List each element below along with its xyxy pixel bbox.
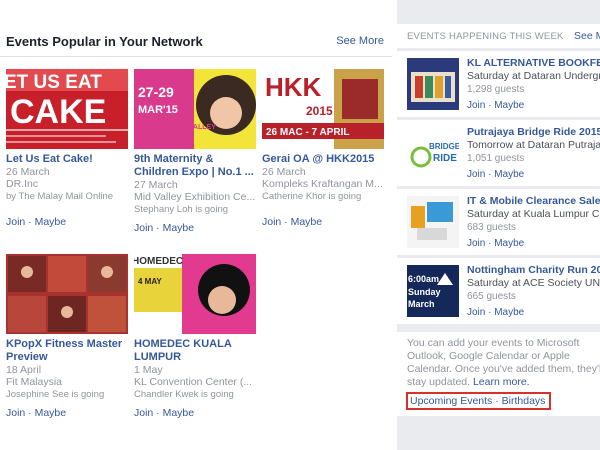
join-maybe-links[interactable]: Join · Maybe bbox=[6, 407, 128, 419]
event-title[interactable]: IT & Mobile Clearance Sale 20 bbox=[467, 195, 600, 208]
this-week-header: EVENTS HAPPENING THIS WEEK See M bbox=[397, 24, 600, 48]
join-maybe-links[interactable]: Join · Maybe bbox=[262, 216, 384, 228]
event-place: Fit Malaysia bbox=[6, 376, 63, 388]
event-image-kpopx[interactable] bbox=[6, 254, 128, 334]
upcoming-events-link[interactable]: Upcoming Events bbox=[410, 395, 492, 407]
event-title[interactable]: KL ALTERNATIVE BOOKFES bbox=[467, 57, 600, 70]
thumb-text: 6:00am bbox=[408, 274, 439, 284]
event-place: KL Convention Center (... bbox=[134, 376, 253, 388]
week-event-item[interactable]: KL ALTERNATIVE BOOKFES Saturday at Datar… bbox=[397, 51, 600, 117]
week-event-item[interactable]: IT & Mobile Clearance Sale 20 Saturday a… bbox=[397, 189, 600, 255]
event-title[interactable]: Putrajaya Bridge Ride 2015 bbox=[467, 126, 600, 139]
learn-more-link[interactable]: Learn more. bbox=[473, 376, 530, 388]
this-week-title: EVENTS HAPPENING THIS WEEK bbox=[407, 31, 564, 42]
join-maybe-links[interactable]: Join · Maybe bbox=[6, 216, 128, 228]
thumb-text: HKK bbox=[265, 72, 322, 102]
calendar-links: Upcoming Events · Birthdays bbox=[406, 392, 552, 410]
this-week-sidebar: EVENTS HAPPENING THIS WEEK See M KL ALTE… bbox=[397, 0, 600, 450]
thumb-text: 4 MAY bbox=[138, 277, 162, 286]
popular-events-header: Events Popular in Your Network See More bbox=[6, 34, 384, 54]
see-more-link[interactable]: See More bbox=[336, 35, 384, 47]
event-place: Mid Valley Exhibition Ce... bbox=[134, 191, 256, 203]
thumb-text: MID VALLEY bbox=[174, 124, 216, 131]
thumb-text: CAKE bbox=[10, 93, 106, 131]
week-event-item[interactable]: BRIDGE RIDE Putrajaya Bridge Ride 2015 T… bbox=[397, 120, 600, 186]
event-place: DR.Inc bbox=[6, 178, 39, 190]
week-event-item[interactable]: 6:00am Sunday March Nottingham Charity R… bbox=[397, 258, 600, 324]
event-title[interactable]: Gerai OA @ HKK2015 bbox=[262, 153, 384, 166]
event-going: Chandler Kwek is going bbox=[134, 389, 234, 400]
event-card[interactable]: HOMEDEC 4 MAY HOMEDEC KUALA LUMPUR 1 May… bbox=[134, 254, 256, 419]
event-when: Saturday at Kuala Lumpur Conv bbox=[467, 208, 600, 220]
event-date: 26 March bbox=[6, 166, 50, 178]
event-card[interactable]: HKK 2015 26 MAC - 7 APRIL Gerai OA @ HKK… bbox=[262, 69, 384, 228]
event-card[interactable]: 27-29 MAR'15 MID VALLEY 9th Maternity & … bbox=[134, 69, 256, 234]
event-title[interactable]: Let Us Eat Cake! bbox=[6, 153, 128, 166]
event-date: 27 March bbox=[134, 179, 178, 191]
event-image-hkk[interactable]: HKK 2015 26 MAC - 7 APRIL bbox=[262, 69, 384, 149]
event-going: Catherine Khor is going bbox=[262, 191, 362, 202]
event-date: 1 May bbox=[134, 364, 163, 376]
thumb-text: MAR'15 bbox=[138, 104, 178, 116]
thumb-text: 26 MAC - 7 APRIL bbox=[266, 127, 350, 138]
event-title[interactable]: 9th Maternity & Children Expo | No.1 ... bbox=[134, 153, 256, 179]
thumb-text: 27-29 bbox=[138, 84, 174, 100]
link-separator: · bbox=[492, 395, 502, 407]
event-image-cake[interactable]: ET US EAT CAKE bbox=[6, 69, 128, 149]
event-card[interactable]: KPopX Fitness Master Preview 18 April Fi… bbox=[6, 254, 128, 419]
thumb-text: HOMEDEC bbox=[134, 256, 183, 267]
join-maybe-links[interactable]: Join · Maybe bbox=[467, 100, 600, 111]
event-date: 26 March bbox=[262, 166, 306, 178]
event-date: 18 April bbox=[6, 364, 42, 376]
event-going: by The Malay Mail Online bbox=[6, 191, 114, 202]
event-when: Tomorrow at Dataran Putrajaya bbox=[467, 139, 600, 151]
event-thumbnail[interactable]: BRIDGE RIDE bbox=[407, 127, 459, 179]
event-title[interactable]: HOMEDEC KUALA LUMPUR bbox=[134, 338, 256, 364]
thumb-text: RIDE bbox=[433, 153, 457, 164]
event-thumbnail[interactable] bbox=[407, 196, 459, 248]
birthdays-link[interactable]: Birthdays bbox=[502, 395, 546, 407]
event-guests: 1,051 guests bbox=[467, 153, 525, 164]
join-maybe-links[interactable]: Join · Maybe bbox=[467, 238, 600, 249]
thumb-text: Sunday bbox=[408, 287, 441, 297]
divider bbox=[0, 56, 392, 57]
thumb-text: BRIDGE bbox=[429, 142, 459, 151]
event-thumbnail[interactable]: 6:00am Sunday March bbox=[407, 265, 459, 317]
event-title[interactable]: Nottingham Charity Run 2015 bbox=[467, 264, 600, 277]
event-guests: 683 guests bbox=[467, 222, 516, 233]
event-when: Saturday at ACE Society UNMC bbox=[467, 277, 600, 289]
thumb-text: March bbox=[408, 299, 435, 309]
event-guests: 1,298 guests bbox=[467, 84, 525, 95]
calendar-export-box: You can add your events to Microsoft Out… bbox=[397, 332, 600, 416]
event-place: Kompleks Kraftangan M... bbox=[262, 178, 383, 190]
calendar-export-text: You can add your events to Microsoft Out… bbox=[407, 337, 600, 389]
event-going: Stephany Loh is going bbox=[134, 204, 229, 215]
event-title[interactable]: KPopX Fitness Master Preview bbox=[6, 338, 128, 364]
event-going: Josephine See is going bbox=[6, 389, 105, 400]
thumb-text: 2015 bbox=[306, 104, 333, 118]
event-image-maternity[interactable]: 27-29 MAR'15 MID VALLEY bbox=[134, 69, 256, 149]
popular-events-panel: Events Popular in Your Network See More … bbox=[0, 0, 392, 450]
see-more-link[interactable]: See M bbox=[574, 30, 600, 42]
join-maybe-links[interactable]: Join · Maybe bbox=[467, 169, 600, 180]
join-maybe-links[interactable]: Join · Maybe bbox=[134, 407, 256, 419]
thumb-text: ET US EAT bbox=[6, 72, 102, 93]
event-card[interactable]: ET US EAT CAKE Let Us Eat Cake! 26 March… bbox=[6, 69, 128, 228]
popular-events-title: Events Popular in Your Network bbox=[6, 34, 203, 49]
event-image-homedec[interactable]: HOMEDEC 4 MAY bbox=[134, 254, 256, 334]
join-maybe-links[interactable]: Join · Maybe bbox=[134, 222, 256, 234]
join-maybe-links[interactable]: Join · Maybe bbox=[467, 307, 600, 318]
event-guests: 665 guests bbox=[467, 291, 516, 302]
event-when: Saturday at Dataran Undergrou bbox=[467, 70, 600, 82]
event-thumbnail[interactable] bbox=[407, 58, 459, 110]
